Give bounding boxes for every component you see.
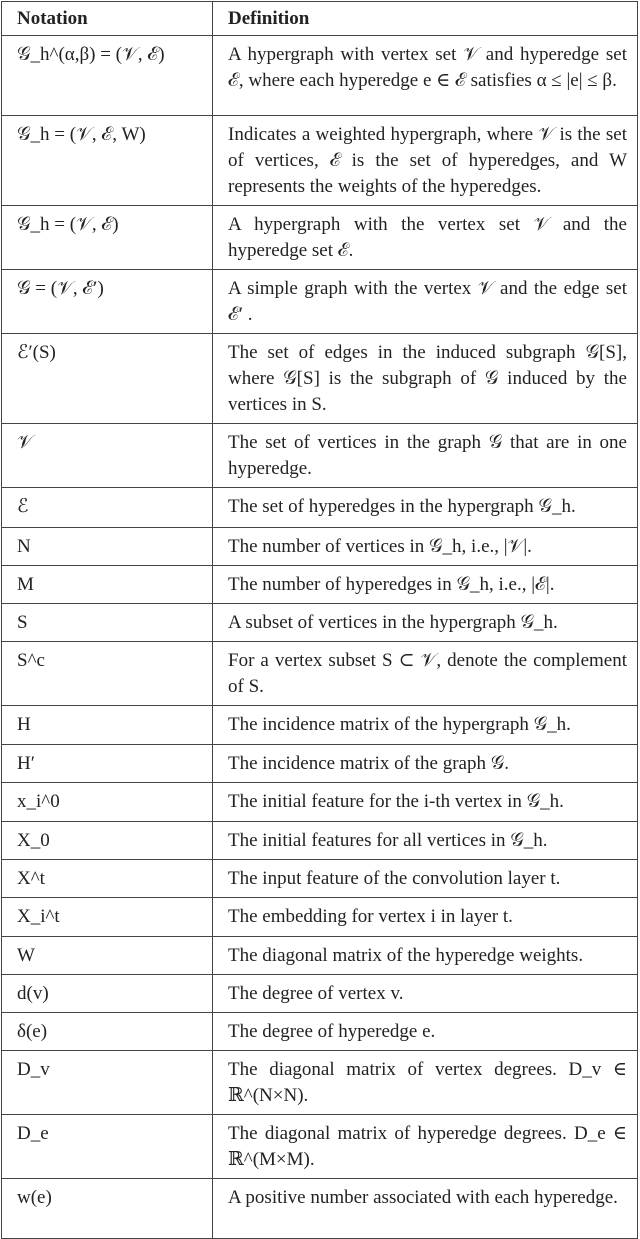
table-row: D_v The diagonal matrix of vertex degrees… [1,1050,638,1115]
notation-cell: d(v) [1,974,213,1013]
table-row: x_i^0 The initial feature for the i-th ve… [1,782,638,822]
definition-cell: The set of edges in the induced subgraph… [212,333,638,424]
table-row: M The number of hyperedges in 𝒢_h, i.e., … [1,565,638,604]
notation-cell: X^t [1,859,213,898]
table-row: δ(e) The degree of hyperedge e. [1,1012,638,1051]
definition-cell: The incidence matrix of the hypergraph 𝒢… [212,705,638,745]
table-row: 𝒢_h = (𝒱, ℰ, W) Indicates a weighted hype… [1,115,638,206]
notation-cell: w(e) [1,1178,213,1239]
notation-cell: 𝒢_h = (𝒱, ℰ, W) [1,115,213,206]
notation-cell: 𝒢_h^(α,β) = (𝒱, ℰ) [1,35,213,116]
definition-cell: The initial feature for the i-th vertex … [212,782,638,822]
table-row: d(v) The degree of vertex v. [1,974,638,1013]
notation-cell: D_e [1,1114,213,1179]
table-row: 𝒱 The set of vertices in the graph 𝒢 that… [1,423,638,488]
definition-cell: The embedding for vertex i in layer t. [212,897,638,937]
notation-cell: x_i^0 [1,782,213,822]
table-row: H The incidence matrix of the hypergraph … [1,705,638,745]
table-row: H′ The incidence matrix of the graph 𝒢. [1,744,638,783]
notation-cell: ℰ [1,487,213,528]
table-row: ℰ′(S) The set of edges in the induced sub… [1,333,638,424]
table-row: ℰ The set of hyperedges in the hypergraph… [1,487,638,528]
definition-cell: The input feature of the convolution lay… [212,859,638,898]
notation-cell: ℰ′(S) [1,333,213,424]
definition-cell: A subset of vertices in the hypergraph 𝒢… [212,603,638,642]
table-row: w(e) A positive number associated with ea… [1,1178,638,1239]
notation-cell: W [1,936,213,975]
table-row: X_0 The initial features for all vertices… [1,821,638,860]
notation-cell: X_i^t [1,897,213,937]
table-row: SA subset of vertices in the hypergraph … [1,603,638,642]
notation-cell: M [1,565,213,604]
definition-cell: A hypergraph with vertex set 𝒱 and hyper… [212,35,638,116]
definition-cell: The initial features for all vertices in… [212,821,638,860]
table-row: N The number of vertices in 𝒢_h, i.e., |𝒱… [1,527,638,566]
notation-cell: 𝒢 = (𝒱, ℰ′) [1,269,213,334]
definition-cell: Indicates a weighted hypergraph, where 𝒱… [212,115,638,206]
notation-cell: S^c [1,641,213,706]
definition-cell: The diagonal matrix of the hyperedge wei… [212,936,638,975]
table-row: S^c For a vertex subset S ⊂ 𝒱, denote the… [1,641,638,706]
definition-cell: The set of hyperedges in the hypergraph … [212,487,638,528]
notation-cell: N [1,527,213,566]
definition-cell: A simple graph with the vertex 𝒱 and the… [212,269,638,334]
notation-table: Notation Definition 𝒢_h^(α,β) = (𝒱, ℰ) A … [1,1,638,1239]
definition-cell: The number of hyperedges in 𝒢_h, i.e., |… [212,565,638,604]
notation-cell: S [1,603,213,642]
table-row: 𝒢_h = (𝒱, ℰ) A hypergraph with the vertex… [1,205,638,270]
table-row: 𝒢 = (𝒱, ℰ′) A simple graph with the verte… [1,269,638,334]
table-row: X_i^t The embedding for vertex i in layer… [1,897,638,937]
notation-cell: H′ [1,744,213,783]
notation-cell: δ(e) [1,1012,213,1051]
notation-cell: 𝒱 [1,423,213,488]
header-row: Notation Definition [1,1,638,36]
definition-cell: The diagonal matrix of hyperedge degrees… [212,1114,638,1179]
table-row: W The diagonal matrix of the hyperedge we… [1,936,638,975]
notation-cell: D_v [1,1050,213,1115]
definition-cell: The diagonal matrix of vertex degrees. D… [212,1050,638,1115]
table-row: D_e The diagonal matrix of hyperedge degr… [1,1114,638,1179]
definition-cell: The degree of hyperedge e. [212,1012,638,1051]
definition-cell: The incidence matrix of the graph 𝒢. [212,744,638,783]
table-row: X^t The input feature of the convolution … [1,859,638,898]
definition-header: Definition [212,1,638,36]
definition-cell: The set of vertices in the graph 𝒢 that … [212,423,638,488]
notation-cell: X_0 [1,821,213,860]
definition-cell: For a vertex subset S ⊂ 𝒱, denote the co… [212,641,638,706]
notation-cell: 𝒢_h = (𝒱, ℰ) [1,205,213,270]
definition-cell: A positive number associated with each h… [212,1178,638,1239]
table-row: 𝒢_h^(α,β) = (𝒱, ℰ) A hypergraph with vert… [1,35,638,116]
definition-cell: The number of vertices in 𝒢_h, i.e., |𝒱|… [212,527,638,566]
definition-cell: A hypergraph with the vertex set 𝒱 and t… [212,205,638,270]
definition-cell: The degree of vertex v. [212,974,638,1013]
notation-header: Notation [1,1,213,36]
notation-cell: H [1,705,213,745]
